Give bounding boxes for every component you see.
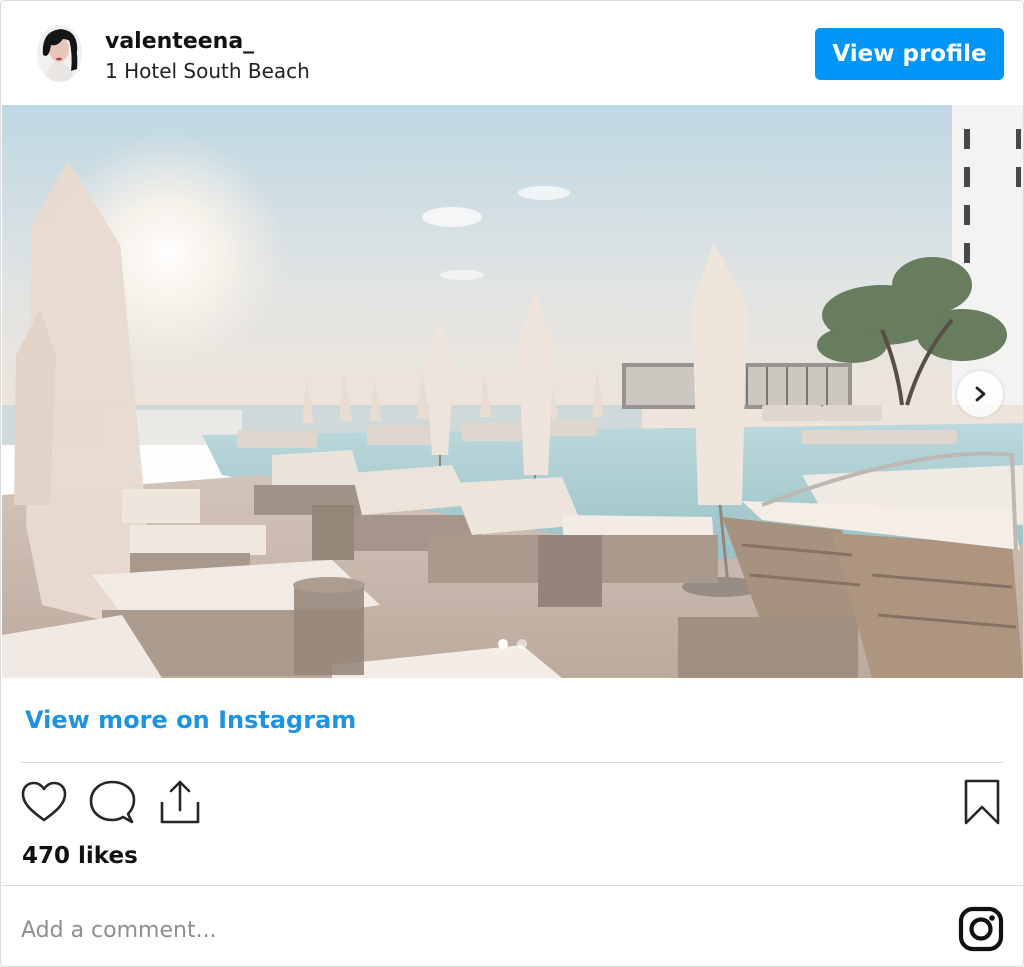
like-button[interactable] — [19, 777, 69, 827]
divider — [2, 885, 1023, 886]
post-image[interactable] — [2, 105, 1023, 678]
share-icon — [160, 780, 200, 824]
instagram-logo-button[interactable] — [958, 906, 1004, 952]
comment-button[interactable] — [87, 777, 137, 827]
avatar-image — [37, 25, 82, 82]
avatar[interactable] — [37, 25, 82, 82]
view-profile-button[interactable]: View profile — [815, 28, 1004, 80]
likes-count[interactable]: 470 likes — [22, 843, 138, 869]
username[interactable]: valenteena_ — [105, 29, 254, 54]
location[interactable]: 1 Hotel South Beach — [105, 59, 310, 83]
next-slide-button[interactable] — [957, 371, 1003, 417]
post-header: valenteena_ 1 Hotel South Beach View pro… — [1, 1, 1023, 105]
bookmark-button[interactable] — [957, 777, 1007, 827]
pool-deck-photo — [2, 105, 1023, 678]
view-more-link[interactable]: View more on Instagram — [25, 706, 356, 734]
carousel-dot-active — [498, 639, 508, 649]
instagram-embed-card: valenteena_ 1 Hotel South Beach View pro… — [0, 0, 1024, 967]
carousel-dots — [498, 639, 527, 649]
bookmark-icon — [964, 779, 1000, 825]
heart-icon — [21, 781, 67, 822]
chevron-right-icon — [975, 386, 986, 402]
share-button[interactable] — [155, 777, 205, 827]
comment-icon — [89, 780, 136, 824]
instagram-icon — [958, 906, 1004, 952]
divider — [21, 762, 1003, 763]
comment-input[interactable] — [21, 905, 921, 955]
carousel-dot — [517, 639, 527, 649]
